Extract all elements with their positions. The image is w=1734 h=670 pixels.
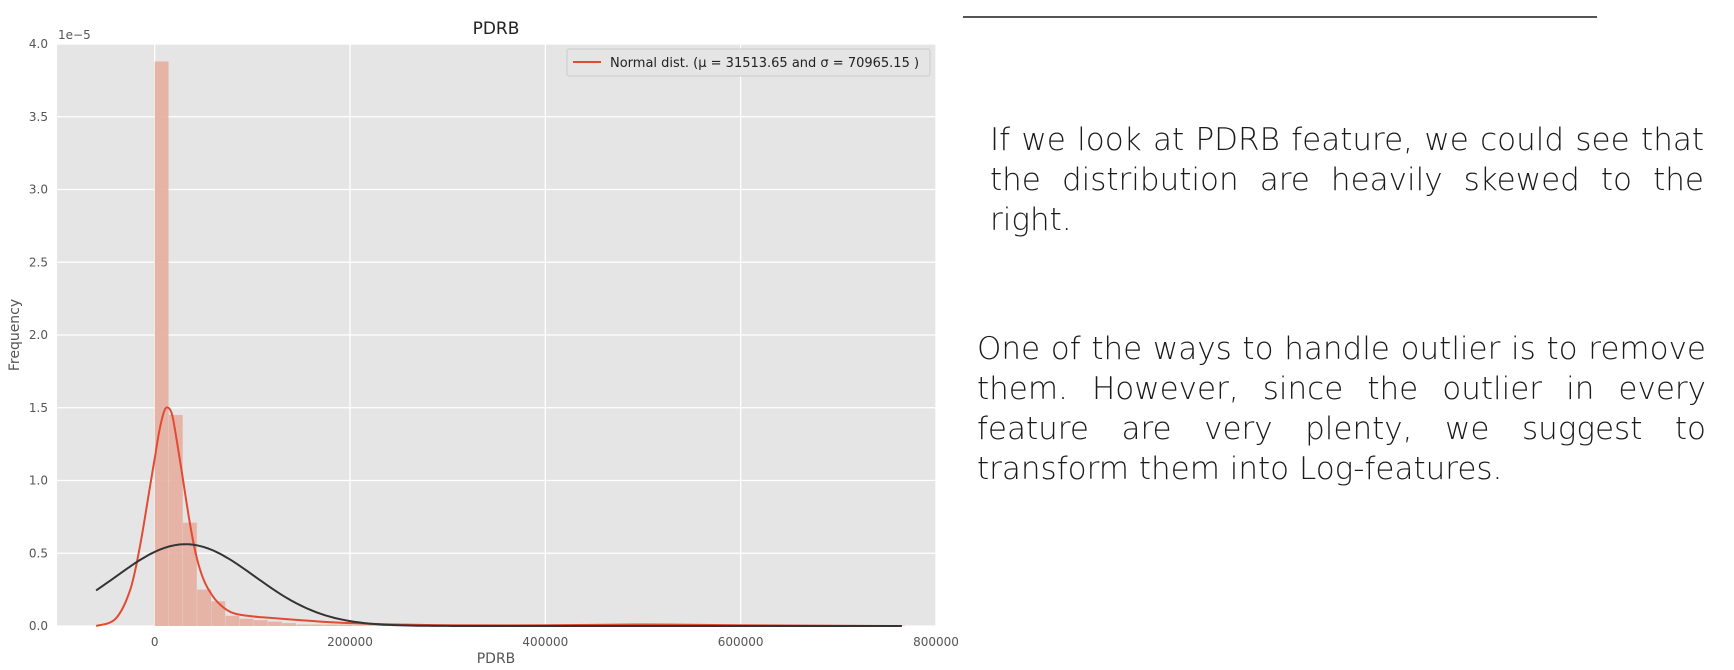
histogram-bar bbox=[197, 589, 212, 626]
histogram-bar bbox=[225, 615, 240, 626]
x-axis-label: PDRB bbox=[477, 651, 516, 667]
y-tick-label: 3.5 bbox=[29, 110, 48, 124]
histogram-chart: 0.0 0.5 1.0 1.5 2.0 2.5 3.0 3.5 4.0 0 200000 40000… bbox=[7, 19, 959, 667]
legend-label: Normal dist. (μ = 31513.65 and σ = 70965… bbox=[610, 56, 919, 71]
histogram-bar bbox=[367, 625, 381, 626]
legend: Normal dist. (μ = 31513.65 and σ = 70965… bbox=[566, 48, 931, 77]
y-tick-label: 0.5 bbox=[29, 546, 48, 560]
histogram-bar bbox=[211, 601, 226, 626]
histogram-bar bbox=[239, 618, 254, 626]
horizontal-rule bbox=[963, 16, 1597, 18]
histogram-bar bbox=[182, 522, 197, 626]
y-scale-note: 1e−5 bbox=[58, 28, 91, 42]
paragraph-skew-observation: If we look at PDRB feature, we could see… bbox=[990, 122, 1704, 238]
histogram-bar bbox=[282, 623, 296, 626]
histogram-bar bbox=[168, 415, 183, 626]
y-tick-label: 0.0 bbox=[29, 619, 48, 633]
paragraph-outlier-suggestion: One of the ways to handle outlier is to … bbox=[977, 331, 1706, 487]
histogram-bar bbox=[253, 620, 268, 626]
histogram-bar bbox=[154, 61, 169, 626]
x-tick-label: 400000 bbox=[522, 635, 568, 649]
y-tick-label: 3.0 bbox=[29, 183, 48, 197]
histogram-bar bbox=[296, 624, 311, 626]
y-tick-label: 4.0 bbox=[29, 37, 48, 51]
x-tick-label: 200000 bbox=[327, 635, 373, 649]
chart-title: PDRB bbox=[473, 19, 520, 39]
y-tick-label: 2.5 bbox=[29, 255, 48, 269]
y-tick-label: 1.0 bbox=[29, 474, 48, 488]
x-tick-label: 0 bbox=[151, 635, 159, 649]
histogram-bar bbox=[338, 624, 353, 626]
histogram-bar bbox=[352, 625, 367, 626]
x-tick-labels: 0 200000 400000 600000 800000 bbox=[151, 635, 959, 649]
y-tick-labels: 0.0 0.5 1.0 1.5 2.0 2.5 3.0 3.5 4.0 bbox=[29, 37, 48, 633]
y-tick-label: 1.5 bbox=[29, 401, 48, 415]
x-tick-label: 600000 bbox=[718, 635, 764, 649]
y-axis-label: Frequency bbox=[7, 299, 23, 371]
y-tick-label: 2.0 bbox=[29, 328, 48, 342]
x-tick-label: 800000 bbox=[913, 635, 959, 649]
histogram-bar bbox=[324, 624, 339, 626]
histogram-bar bbox=[310, 624, 325, 626]
histogram-bar bbox=[267, 621, 282, 626]
